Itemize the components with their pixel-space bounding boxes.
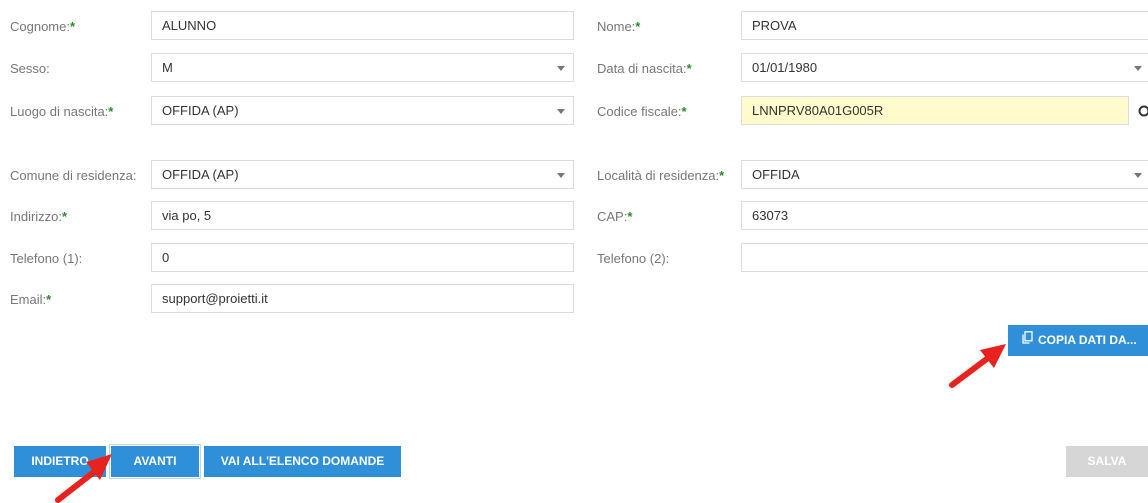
indirizzo-label: Indirizzo:* xyxy=(10,209,68,224)
telefono2-input[interactable] xyxy=(741,243,1148,272)
codice-fiscale-input[interactable]: LNNPRV80A01G005R xyxy=(741,96,1129,125)
sesso-select[interactable]: M xyxy=(151,53,574,82)
comune-residenza-select[interactable]: OFFIDA (AP) xyxy=(151,160,574,189)
data-nascita-select[interactable]: 01/01/1980 xyxy=(741,53,1148,82)
codice-fiscale-label: Codice fiscale:* xyxy=(597,104,687,119)
comune-residenza-label: Comune di residenza: xyxy=(10,168,137,183)
chevron-down-icon xyxy=(557,173,565,178)
annotation-arrow-icon xyxy=(55,454,112,503)
data-nascita-value: 01/01/1980 xyxy=(752,60,818,75)
copia-dati-button[interactable]: COPIA DATI DA... xyxy=(1008,325,1148,356)
localita-residenza-select[interactable]: OFFIDA xyxy=(741,160,1148,189)
telefono2-label: Telefono (2): xyxy=(597,251,670,266)
cognome-input[interactable]: ALUNNO xyxy=(151,11,574,40)
cap-label: CAP:* xyxy=(597,209,633,224)
vai-elenco-domande-button[interactable]: VAI ALL'ELENCO DOMANDE xyxy=(204,446,401,477)
chevron-down-icon xyxy=(557,66,565,71)
calculate-icon[interactable] xyxy=(1137,104,1148,118)
localita-residenza-value: OFFIDA xyxy=(752,167,800,182)
sesso-value: M xyxy=(162,60,173,75)
chevron-down-icon xyxy=(557,109,565,114)
chevron-down-icon xyxy=(1134,66,1142,71)
chevron-down-icon xyxy=(1134,173,1142,178)
data-nascita-label: Data di nascita:* xyxy=(597,61,692,76)
nome-label: Nome:* xyxy=(597,19,641,34)
telefono1-input[interactable]: 0 xyxy=(151,243,574,272)
luogo-nascita-value: OFFIDA (AP) xyxy=(162,103,239,118)
luogo-nascita-label: Luogo di nascita:* xyxy=(10,104,114,119)
email-input[interactable]: support@proietti.it xyxy=(151,284,574,313)
cap-input[interactable]: 63073 xyxy=(741,201,1148,230)
salva-button[interactable]: SALVA xyxy=(1066,446,1148,477)
luogo-nascita-select[interactable]: OFFIDA (AP) xyxy=(151,96,574,125)
copy-icon xyxy=(1022,325,1033,356)
sesso-label: Sesso: xyxy=(10,61,50,76)
email-label: Email:* xyxy=(10,292,52,307)
comune-residenza-value: OFFIDA (AP) xyxy=(162,167,239,182)
cognome-label: Cognome:* xyxy=(10,19,76,34)
copia-dati-label: COPIA DATI DA... xyxy=(1038,333,1137,347)
nome-input[interactable]: PROVA xyxy=(741,11,1148,40)
localita-residenza-label: Località di residenza:* xyxy=(597,168,725,183)
telefono1-label: Telefono (1): xyxy=(10,251,83,266)
annotation-arrow-icon xyxy=(949,344,1006,388)
indirizzo-input[interactable]: via po, 5 xyxy=(151,201,574,230)
avanti-button[interactable]: AVANTI xyxy=(109,444,201,479)
